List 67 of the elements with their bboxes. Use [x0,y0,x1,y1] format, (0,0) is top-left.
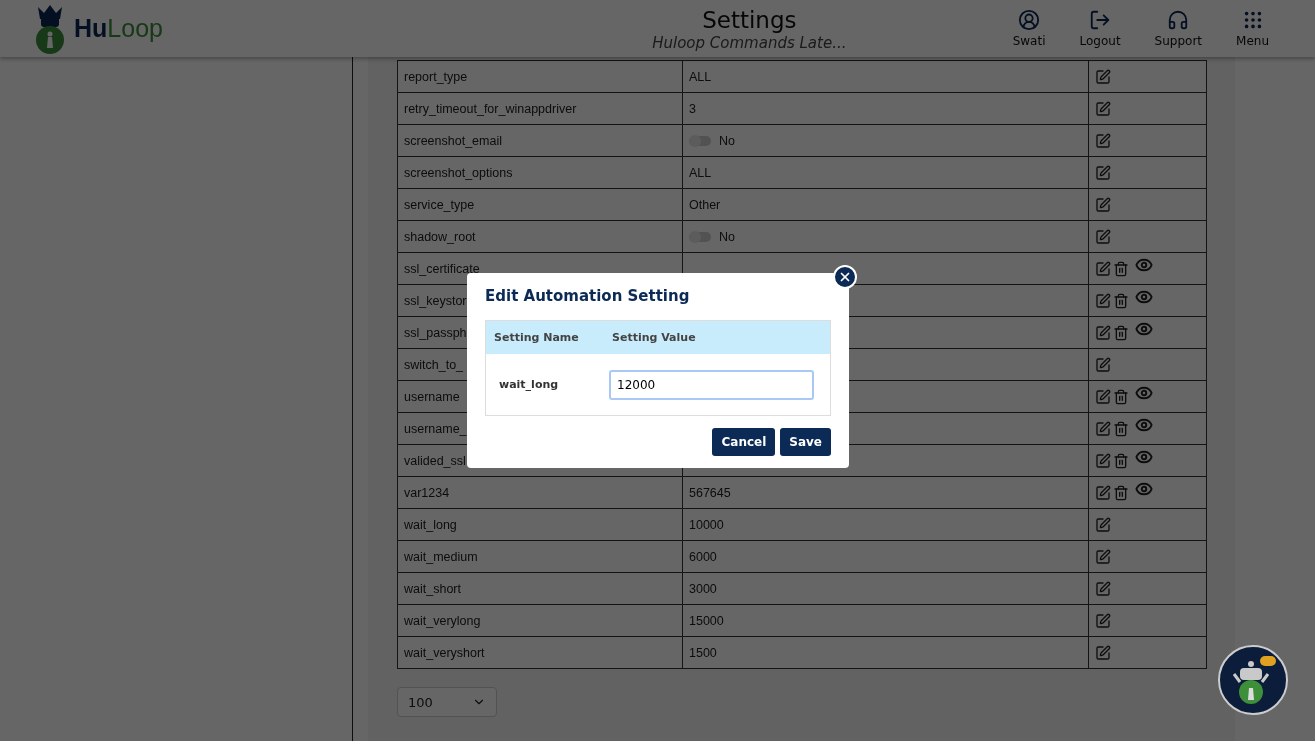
setting-name-cell: retry_timeout_for_winappdriver [397,92,683,125]
delete-icon[interactable] [1113,292,1129,309]
delete-icon[interactable] [1113,324,1129,341]
column-header: Setting Name [494,331,580,344]
setting-name-cell: wait_verylong [397,604,683,637]
page-title: Settings [702,5,797,34]
setting-name-cell: var1234 [397,476,683,509]
setting-name-cell: wait_medium [397,540,683,573]
setting-name-cell: screenshot_email [397,124,683,157]
value-text: ALL [689,69,712,84]
delete-icon[interactable] [1113,260,1129,277]
setting-name-cell: wait_veryshort [397,636,683,669]
nav-button[interactable]: Swati [1006,9,1052,48]
edit-icon[interactable] [1095,644,1111,661]
page-subtitle: Huloop Commands Late... [652,33,847,52]
user-icon [1018,9,1041,31]
setting-name-cell: report_type [397,60,683,93]
edit-icon[interactable] [1095,132,1111,149]
nav-button[interactable]: Menu [1230,9,1275,48]
page-size-select[interactable]: 100 [397,687,497,717]
nav-button[interactable]: Support [1148,9,1209,48]
value-text: ALL [689,165,712,180]
edit-icon[interactable] [1095,548,1111,565]
setting-name-cell: wait_long [397,508,683,541]
edit-icon[interactable] [1095,228,1111,245]
edit-icon[interactable] [1095,484,1111,501]
edit-icon[interactable] [1095,356,1111,373]
value-text: 10000 [689,517,724,532]
toggle-label: No [719,229,735,244]
edit-icon[interactable] [1095,164,1111,181]
edit-icon[interactable] [1095,420,1111,437]
edit-icon[interactable] [1095,68,1111,85]
value-text: 3 [689,101,696,116]
cancel-button[interactable]: Cancel [712,428,776,456]
value-text: 1500 [689,645,717,660]
logout-icon [1089,9,1112,31]
edit-icon[interactable] [1095,516,1111,533]
edit-icon[interactable] [1095,100,1111,117]
value-text: 3000 [689,581,717,596]
save-button[interactable]: Save [780,428,831,456]
value-text: Other [689,197,721,212]
setting-name-cell: screenshot_options [397,156,683,189]
setting-name-cell: wait_short [397,572,683,605]
value-text: 567645 [689,485,731,500]
edit-icon[interactable] [1095,580,1111,597]
setting-name: wait_long [499,378,560,391]
edit-icon[interactable] [1095,612,1111,629]
delete-icon[interactable] [1113,420,1129,437]
edit-icon[interactable] [1095,452,1111,469]
delete-icon[interactable] [1113,484,1129,501]
nav-button[interactable]: Logout [1073,9,1127,48]
edit-icon[interactable] [1095,196,1111,213]
delete-icon[interactable] [1113,452,1129,469]
edit-icon[interactable] [1095,388,1111,405]
delete-icon[interactable] [1113,388,1129,405]
setting-value-input[interactable]: 12000 [609,369,814,400]
logo-text: HuLoop [74,14,163,43]
headphones-icon [1167,9,1190,31]
edit-icon[interactable] [1095,292,1111,309]
value-text: 6000 [689,549,717,564]
setting-name-cell: service_type [397,188,683,221]
edit-icon[interactable] [1095,260,1111,277]
close-icon [838,270,852,284]
value-text: 15000 [689,613,724,628]
edit-icon[interactable] [1095,324,1111,341]
toggle-label: No [719,133,735,148]
setting-name-cell: shadow_root [397,220,683,253]
